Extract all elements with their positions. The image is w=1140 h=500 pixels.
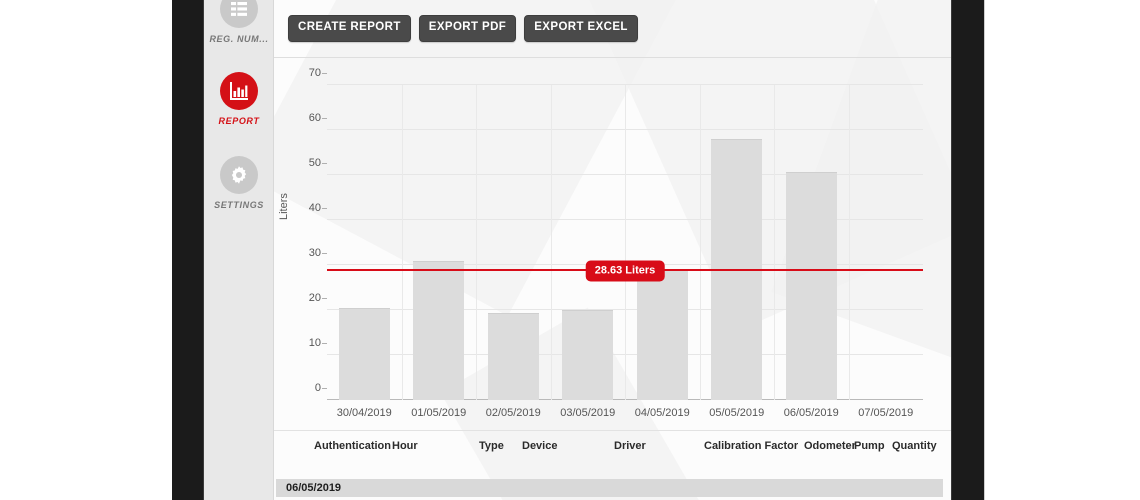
export-excel-button[interactable]: EXPORT EXCEL [524, 15, 638, 42]
col-calibration-factor[interactable]: Calibration Factor [704, 439, 802, 453]
sidebar-navigation: REG. NUM... REPORT SETTINGS [204, 0, 274, 500]
y-axis-tick-label: 30 [308, 247, 328, 259]
page-background-right [990, 0, 1140, 500]
page-background-left [0, 0, 168, 500]
col-quantity[interactable]: Quantity [892, 439, 942, 453]
x-axis-tick-label: 30/04/2019 [336, 407, 392, 419]
x-axis-tick-label: 05/05/2019 [709, 407, 765, 419]
sidebar-item-report[interactable]: REPORT [204, 70, 274, 126]
x-axis-tick-label: 03/05/2019 [560, 407, 616, 419]
transactions-table: Authentication Hour Type Device Driver Calibr… [274, 430, 951, 500]
x-axis-tick-label: 01/05/2019 [411, 407, 467, 419]
col-hour[interactable]: Hour [392, 439, 472, 453]
chart-bar[interactable] [487, 313, 539, 400]
application-viewport: REG. NUM... REPORT SETTINGS CREATE REPOR… [204, 0, 951, 500]
consumption-chart-panel: Liters 0 10 20 30 40 50 60 70 30/04/2019 01/05/20… [274, 58, 951, 430]
chart-vertical-gridline [848, 85, 850, 400]
col-device[interactable]: Device [522, 439, 612, 453]
sidebar-item-label: REPORT [218, 116, 260, 126]
tablet-bezel-left [172, 0, 204, 500]
table-group-row[interactable]: 06/05/2019 [276, 479, 943, 497]
chart-vertical-gridline [550, 85, 552, 400]
x-axis-tick-label: 07/05/2019 [858, 407, 914, 419]
col-authentication[interactable]: Authentication [314, 439, 391, 453]
x-axis-tick-label: 02/05/2019 [485, 407, 541, 419]
table-group-date: 06/05/2019 [286, 482, 342, 494]
report-toolbar: CREATE REPORT EXPORT PDF EXPORT EXCEL [274, 0, 951, 58]
x-axis-tick-label: 06/05/2019 [783, 407, 839, 419]
sidebar-item-reg-num[interactable]: REG. NUM... [204, 0, 274, 44]
sidebar-item-label: REG. NUM... [209, 34, 269, 44]
chart-vertical-gridline [774, 85, 775, 400]
y-axis-tick-label: 70 [308, 67, 328, 79]
tablet-screenshot: REG. NUM... REPORT SETTINGS CREATE REPOR… [0, 0, 1140, 500]
tablet-bezel-right [951, 0, 984, 500]
y-axis-tick-label: 50 [308, 157, 328, 169]
export-pdf-button[interactable]: EXPORT PDF [418, 15, 517, 42]
chart-bar[interactable] [636, 269, 688, 400]
gear-icon [220, 156, 258, 194]
table-header-row: Authentication Hour Type Device Driver Calibr… [274, 431, 951, 479]
create-report-button[interactable]: CREATE REPORT [288, 15, 411, 42]
y-axis-tick-label: 40 [308, 202, 328, 214]
y-axis-tick-label: 10 [308, 337, 328, 349]
sidebar-item-label: SETTINGS [214, 200, 264, 210]
chart-vertical-gridline [699, 85, 701, 400]
chart-bar[interactable] [562, 310, 614, 400]
chart-bar[interactable] [785, 171, 837, 400]
y-axis-tick-label: 60 [308, 112, 328, 124]
chart-bar[interactable] [338, 308, 390, 400]
chart-vertical-gridline [476, 85, 477, 400]
chart-plot-area: 0 10 20 30 40 50 60 70 30/04/2019 01/05/2019 02/05… [309, 67, 923, 419]
average-line-label: 28.63 Liters [585, 260, 665, 282]
bar-chart: Liters 0 10 20 30 40 50 60 70 30/04/2019 01/05/20… [274, 58, 951, 430]
col-driver[interactable]: Driver [614, 439, 702, 453]
col-type[interactable]: Type [479, 439, 521, 453]
y-axis-tick-label: 0 [314, 382, 328, 394]
list-icon [220, 0, 258, 28]
bar-chart-icon [220, 72, 258, 110]
chart-vertical-gridline [625, 85, 626, 400]
chart-vertical-gridline [401, 85, 403, 400]
x-axis-tick-label: 04/05/2019 [634, 407, 690, 419]
sidebar-item-settings[interactable]: SETTINGS [204, 154, 274, 210]
chart-bar[interactable] [413, 260, 465, 400]
y-axis-tick-label: 20 [308, 292, 328, 304]
y-axis-title: Liters [278, 193, 290, 220]
